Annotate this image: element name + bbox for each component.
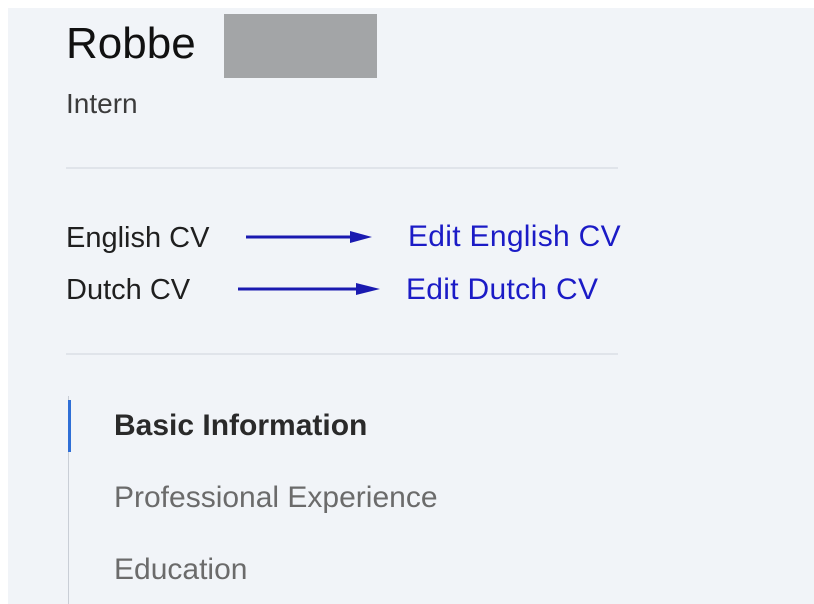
cv-label-dutch: Dutch CV bbox=[66, 274, 191, 306]
right-arrow-icon bbox=[238, 283, 380, 295]
nav-item-label: Professional Experience bbox=[114, 481, 438, 514]
nav-item-education[interactable]: Education bbox=[68, 542, 588, 598]
profile-name: Robbe bbox=[66, 19, 196, 68]
nav-item-basic-information[interactable]: Basic Information bbox=[68, 398, 588, 454]
nav-item-label: Basic Information bbox=[114, 409, 368, 442]
cv-label-english: English CV bbox=[66, 222, 210, 254]
divider bbox=[66, 167, 618, 169]
divider bbox=[66, 353, 618, 355]
redacted-surname bbox=[224, 14, 377, 78]
edit-english-cv-link[interactable]: Edit English CV bbox=[408, 219, 621, 255]
edit-dutch-cv-link[interactable]: Edit Dutch CV bbox=[406, 272, 598, 308]
nav-item-label: Education bbox=[114, 553, 248, 586]
right-arrow-icon bbox=[246, 231, 372, 243]
active-indicator bbox=[68, 400, 71, 452]
nav-item-professional-experience[interactable]: Professional Experience bbox=[68, 470, 588, 526]
profile-role: Intern bbox=[66, 88, 138, 119]
section-nav: Basic Information Professional Experienc… bbox=[68, 396, 588, 604]
